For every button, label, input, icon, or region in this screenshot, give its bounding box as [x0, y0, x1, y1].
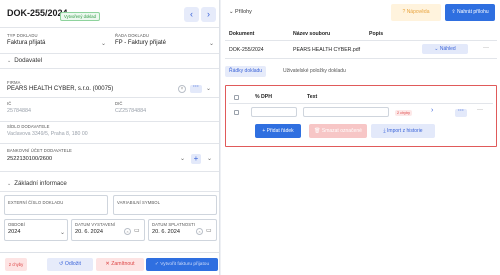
col-dokument: Dokument [229, 31, 255, 37]
more-icon[interactable]: ··· [483, 45, 489, 51]
dph-input[interactable] [251, 107, 297, 117]
action-bar: 2 chyby ↺ Odložit ✕ Zamítnout ✓ Vytvořit… [0, 252, 219, 275]
attachment-dokument: DOK-255/2024 [229, 47, 264, 53]
attachments-panel: ⌄ Přílohy ? Nápověda ⇪ Nahrát přílohu Do… [221, 0, 500, 275]
datum-vystaveni-label: DATUM VYSTAVENÍ [75, 222, 116, 227]
chevron-left-icon: ‹ [190, 9, 193, 19]
plus-icon: + [193, 154, 199, 163]
help-button[interactable]: ? Nápověda [391, 4, 441, 21]
next-document-button[interactable]: › [201, 7, 216, 22]
reject-label: Zamítnout [111, 261, 135, 267]
section-dodavatel-title: Dodavatel [14, 57, 43, 64]
more-icon[interactable]: ··· [477, 107, 483, 113]
chevron-down-icon[interactable]: ⌄ [180, 155, 185, 162]
add-row-button[interactable]: + Přidat řádek [255, 124, 301, 138]
sidlo-label: SÍDLO DODAVATELE [7, 124, 50, 129]
postpone-label: Odložit [64, 261, 81, 267]
preview-button[interactable]: ⌄ Náhled [422, 44, 468, 54]
prev-document-button[interactable]: ‹ [184, 7, 199, 22]
text-input[interactable] [303, 107, 389, 117]
add-row-label: Přidat řádek [266, 128, 294, 134]
upload-attachment-button[interactable]: ⇪ Nahrát přílohu [445, 4, 495, 21]
trash-icon: 🗑 [314, 128, 322, 134]
chevron-down-icon[interactable]: ⌄ [206, 85, 211, 92]
externi-cislo-label: EXTERNÍ ČÍSLO DOKLADU [8, 200, 64, 205]
import-history-button[interactable]: ⤓ Import z historie [371, 124, 435, 138]
page-title: DOK-255/2024 [7, 8, 68, 18]
upload-label: Nahrát přílohu [456, 9, 489, 15]
chevron-right-icon[interactable]: › [431, 107, 433, 114]
tab-radky-dokladu[interactable]: Řádky dokladu [225, 66, 267, 77]
chevron-down-icon[interactable]: ⌄ [207, 155, 212, 162]
attachments-title: Přílohy [235, 9, 252, 15]
create-invoice-button[interactable]: ✓ Vytvořit fakturu přijatou [146, 258, 218, 271]
attachment-filename[interactable]: PEARS HEALTH CYBER.pdf [293, 47, 360, 53]
dic-value: CZ25784884 [115, 108, 147, 114]
datum-splatnosti-value: 20. 6. 2024 [152, 229, 180, 235]
delete-selected-label: Smazat označené [321, 128, 362, 134]
ucet-value[interactable]: 2522130100/2600 [7, 156, 52, 162]
col-text: Text [307, 94, 318, 100]
status-badge: Vytvořený doklad [60, 12, 100, 21]
ic-label: IČ [7, 101, 12, 106]
firma-label: FIRMA [7, 80, 21, 85]
variabilni-symbol-label: VARIABILNÍ SYMBOL [117, 200, 161, 205]
chevron-right-icon: › [207, 9, 210, 19]
typ-dokladu-value: Faktura přijatá [7, 40, 46, 46]
col-nazev: Název souboru [293, 31, 331, 37]
chevron-down-icon: ⌄ [209, 41, 215, 47]
variabilni-symbol-field[interactable] [113, 195, 217, 215]
typ-dokladu-label: TYP DOKLADU [7, 33, 38, 38]
rada-dokladu-value[interactable]: FP - Faktury přijaté [115, 40, 166, 46]
clear-icon[interactable]: × [124, 228, 131, 235]
calendar-icon[interactable]: ▭ [206, 227, 212, 234]
row-checkbox[interactable] [234, 110, 239, 115]
preview-label: Náhled [439, 46, 456, 52]
chevron-down-icon: ⌄ [60, 230, 66, 236]
create-invoice-label: Vytvořit fakturu přijatou [160, 262, 210, 267]
postpone-button[interactable]: ↺ Odložit [47, 258, 93, 271]
section-zakladni-title: Základní informace [14, 180, 67, 187]
row-more-button[interactable]: ··· [455, 108, 467, 117]
externi-cislo-field[interactable] [4, 195, 108, 215]
ucet-label: BANKOVNÍ ÚČET DODAVATELE [7, 148, 72, 153]
add-account-button[interactable]: + [191, 154, 201, 164]
section-dodavatel[interactable]: ⌄ Dodavatel [7, 57, 42, 64]
col-dph: % DPH [255, 94, 273, 100]
tab-uzivatelske-polozky[interactable]: Uživatelské položky dokladu [283, 66, 346, 77]
col-popis: Popis [369, 31, 384, 37]
attachments-toggle[interactable]: ⌄ Přílohy [229, 9, 252, 15]
clear-icon[interactable]: × [196, 228, 203, 235]
ic-value: 25784884 [7, 108, 31, 114]
chevron-down-icon: ⌄ [7, 181, 12, 187]
reject-button[interactable]: ✕ Zamítnout [96, 258, 144, 271]
errors-badge[interactable]: 2 chyby [5, 258, 27, 271]
firma-more-button[interactable]: ··· [190, 84, 202, 93]
sidlo-value: Vaclavova 3349/5, Praha 8, 180 00 [7, 131, 88, 137]
help-label: Nápověda [406, 9, 430, 15]
obdobi-label: OBDOBÍ [8, 222, 25, 227]
chevron-down-icon: ⌄ [7, 58, 12, 64]
import-history-label: Import z historie [387, 128, 423, 134]
firma-value[interactable]: PEARS HEALTH CYBER, s.r.o. (00075) [7, 86, 113, 92]
dic-label: DIČ [115, 101, 123, 106]
chevron-down-icon: ⌄ [101, 41, 107, 47]
obdobi-value: 2024 [8, 229, 21, 235]
rada-dokladu-label: ŘADA DOKLADU [115, 33, 150, 38]
calendar-icon[interactable]: ▭ [134, 227, 140, 234]
row-errors-badge[interactable]: 2 chyby [395, 110, 413, 116]
datum-vystaveni-value: 20. 6. 2024 [75, 229, 103, 235]
document-form-panel: DOK-255/2024 Vytvořený doklad ‹ › TYP DO… [0, 0, 220, 275]
clear-icon[interactable]: × [178, 85, 186, 93]
datum-splatnosti-label: DATUM SPLATNOSTI [152, 222, 196, 227]
section-zakladni[interactable]: ⌄ Základní informace [7, 180, 67, 187]
select-all-checkbox[interactable] [234, 95, 239, 100]
delete-selected-button[interactable]: 🗑 Smazat označené [309, 124, 367, 138]
